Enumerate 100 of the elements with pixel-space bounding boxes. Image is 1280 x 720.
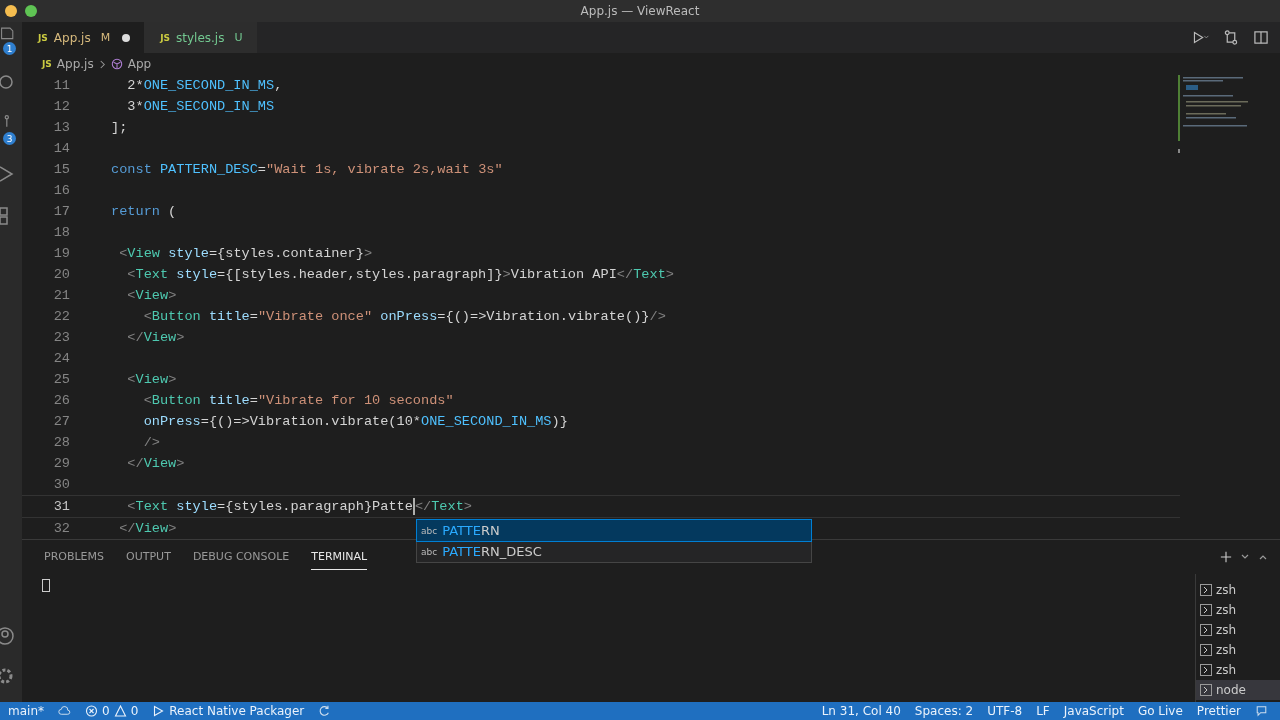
code-attribute: title bbox=[207, 393, 250, 408]
cursor-position-status[interactable]: Ln 31, Col 40 bbox=[821, 704, 901, 718]
code-punctuation: /> bbox=[649, 309, 666, 324]
go-live-status[interactable]: Go Live bbox=[1137, 704, 1183, 718]
code-tag: Button bbox=[151, 309, 201, 324]
line-number: 28 bbox=[52, 435, 70, 450]
line-number: 26 bbox=[52, 393, 70, 408]
notification-badge: 1 bbox=[3, 42, 16, 55]
code-attribute: style bbox=[167, 246, 209, 261]
code-text: = bbox=[249, 393, 258, 408]
code-string: "Vibrate for 10 seconds" bbox=[257, 393, 454, 408]
code-text: 3* bbox=[126, 99, 144, 114]
code-punctuation: </ bbox=[126, 330, 144, 345]
play-icon[interactable] bbox=[152, 705, 166, 717]
code-punctuation: < bbox=[118, 246, 128, 261]
code-string: "Wait 1s, vibrate 2s,wait 3s" bbox=[266, 162, 503, 177]
suggestion-item[interactable]: abc PATTERN_DESC bbox=[417, 541, 811, 562]
code-tag: View bbox=[143, 456, 177, 471]
compare-changes-icon[interactable] bbox=[1222, 30, 1240, 45]
line-number: 16 bbox=[52, 183, 70, 198]
panel-tab[interactable]: PROBLEMS bbox=[44, 544, 105, 570]
line-number: 27 bbox=[52, 414, 70, 429]
code-tag: Text bbox=[431, 499, 464, 514]
zoom-window-control[interactable] bbox=[25, 5, 37, 17]
line-number: 25 bbox=[52, 372, 70, 387]
refresh-icon[interactable] bbox=[318, 705, 332, 717]
editor-tab[interactable]: JS styles.js U bbox=[144, 22, 257, 53]
warning-count[interactable]: 0 bbox=[130, 704, 139, 718]
code-tag: Text bbox=[633, 267, 666, 282]
code-tag: Button bbox=[151, 393, 201, 408]
run-icon[interactable] bbox=[1192, 30, 1210, 45]
error-count[interactable]: 0 bbox=[102, 704, 110, 718]
terminal-list-item[interactable]: zsh bbox=[1196, 580, 1280, 600]
warning-icon[interactable] bbox=[113, 705, 127, 717]
terminal-list-item[interactable]: zsh bbox=[1196, 620, 1280, 640]
suggestion-item[interactable]: abc PATTERN bbox=[417, 520, 811, 541]
minimize-window-control[interactable] bbox=[5, 5, 17, 17]
panel-tab[interactable]: DEBUG CONSOLE bbox=[192, 544, 290, 570]
packager-status[interactable]: React Native Packager bbox=[169, 704, 305, 718]
js-file-icon: JS bbox=[42, 59, 52, 69]
indentation-status[interactable]: Spaces: 2 bbox=[914, 704, 974, 718]
code-punctuation: < bbox=[126, 499, 136, 514]
line-ending-status[interactable]: LF bbox=[1036, 704, 1050, 718]
code-punctuation: > bbox=[168, 288, 177, 303]
breadcrumb-item[interactable]: App.js bbox=[56, 57, 94, 71]
line-number: 19 bbox=[52, 246, 70, 261]
branch-status[interactable]: main* bbox=[8, 704, 44, 718]
add-terminal-icon[interactable] bbox=[1220, 551, 1232, 563]
code-punctuation: </ bbox=[414, 499, 432, 514]
terminal-list-item[interactable]: zsh bbox=[1196, 640, 1280, 660]
code-tag: View bbox=[127, 246, 160, 261]
code-punctuation: < bbox=[126, 267, 136, 282]
terminal-icon bbox=[1200, 664, 1212, 676]
language-status[interactable]: JavaScript bbox=[1063, 704, 1124, 718]
panel-tab[interactable]: OUTPUT bbox=[126, 544, 171, 570]
code-punctuation: > bbox=[168, 372, 177, 387]
cube-icon bbox=[110, 58, 123, 70]
line-number: 14 bbox=[52, 141, 70, 156]
line-number: 15 bbox=[52, 162, 70, 177]
cloud-upload-icon[interactable] bbox=[58, 705, 71, 717]
terminal-icon bbox=[1200, 684, 1212, 696]
terminal-icon bbox=[1200, 584, 1212, 596]
code-text: Patte bbox=[372, 499, 413, 514]
error-icon[interactable] bbox=[85, 705, 98, 717]
terminal-list-item[interactable]: node bbox=[1196, 680, 1280, 700]
code-text: 2* bbox=[126, 78, 144, 93]
code-text: )} bbox=[551, 414, 568, 429]
code-tag: Text bbox=[135, 267, 169, 282]
code-constant: ONE_SECOND_IN_MS bbox=[143, 78, 275, 93]
code-punctuation: </ bbox=[126, 456, 144, 471]
panel-tab[interactable]: TERMINAL bbox=[311, 544, 368, 570]
terminal-icon bbox=[1200, 604, 1212, 616]
feedback-icon[interactable] bbox=[1255, 705, 1268, 717]
code-text: ={()=>Vibration.vibrate()} bbox=[437, 309, 650, 324]
code-text: ]; bbox=[111, 120, 128, 135]
code-text: ={()=>Vibration.vibrate(10* bbox=[200, 414, 421, 429]
code-punctuation: < bbox=[126, 372, 136, 387]
line-number: 24 bbox=[52, 351, 70, 366]
code-keyword: return bbox=[111, 204, 160, 219]
code-punctuation: > bbox=[363, 246, 373, 261]
breadcrumb-item[interactable]: App bbox=[127, 57, 152, 71]
line-number: 12 bbox=[52, 99, 70, 114]
window-title: App.js — ViewReact bbox=[580, 4, 700, 18]
split-editor-icon[interactable] bbox=[1252, 30, 1270, 45]
notification-badge: 3 bbox=[3, 132, 16, 145]
chevron-icon bbox=[98, 59, 106, 69]
code-constant: ONE_SECOND_IN_MS bbox=[143, 99, 275, 114]
terminal-cursor bbox=[42, 579, 50, 592]
code-text: = bbox=[257, 162, 267, 177]
terminal-icon bbox=[1200, 644, 1212, 656]
terminal-list-item[interactable]: zsh bbox=[1196, 660, 1280, 680]
encoding-status[interactable]: UTF-8 bbox=[987, 704, 1023, 718]
line-number: 18 bbox=[52, 225, 70, 240]
code-text: Vibration API bbox=[510, 267, 617, 282]
code-tag: Text bbox=[135, 499, 169, 514]
editor-tab[interactable]: JS App.js M bbox=[22, 22, 145, 53]
code-attribute: onPress bbox=[142, 414, 201, 429]
terminal-list-item[interactable]: zsh bbox=[1196, 600, 1280, 620]
line-number: 31 bbox=[52, 499, 70, 514]
prettier-status[interactable]: Prettier bbox=[1196, 704, 1241, 718]
